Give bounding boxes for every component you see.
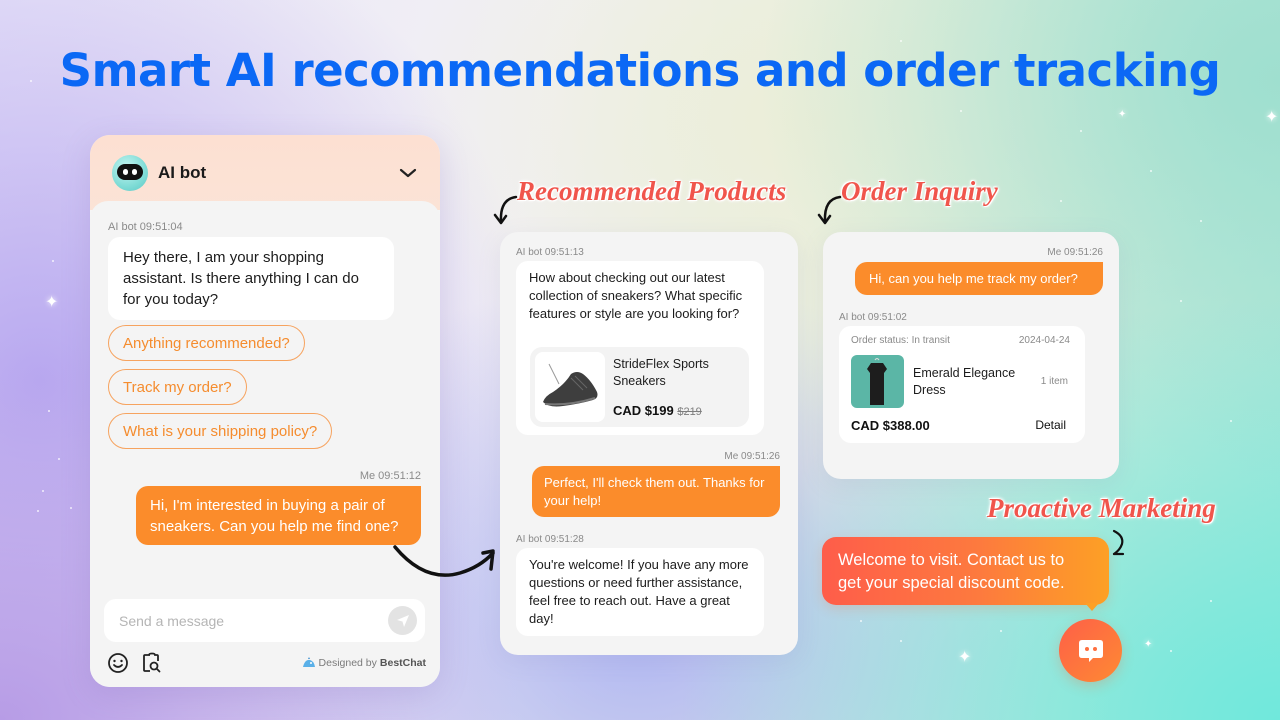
chat-launcher-icon: [1078, 639, 1103, 662]
chat-launcher-button[interactable]: [1059, 619, 1122, 682]
user-message: Hi, can you help me track my order?: [855, 262, 1103, 295]
message-input[interactable]: [119, 612, 388, 629]
order-status: Order status: In transit: [851, 335, 950, 346]
powered-by[interactable]: Designed by BestChat: [302, 657, 426, 669]
message-meta: AI bot 09:51:02: [839, 312, 907, 323]
message-meta: AI bot 09:51:13: [516, 247, 584, 258]
quick-reply-track-order[interactable]: Track my order?: [108, 369, 247, 405]
bot-message: How about checking out our latest collec…: [516, 261, 764, 435]
product-original-price: $219: [677, 406, 702, 418]
order-date: 2024-04-24: [1018, 335, 1070, 346]
label-order-inquiry: Order Inquiry: [841, 176, 998, 206]
product-price: CAD $199 $219: [613, 403, 702, 418]
order-detail-link[interactable]: Detail: [1035, 418, 1066, 432]
order-chat-panel: Me 09:51:26 Hi, can you help me track my…: [823, 232, 1119, 479]
curved-arrow-icon: [817, 195, 842, 225]
user-message: Hi, I'm interested in buying a pair of s…: [136, 486, 421, 545]
chat-message-list: AI bot 09:51:04 Hey there, I am your sho…: [90, 201, 440, 687]
order-total: CAD $388.00: [851, 418, 930, 433]
chevron-down-icon[interactable]: [398, 163, 418, 183]
chat-widget: AI bot AI bot 09:51:04 Hey there, I am y…: [90, 135, 440, 687]
order-quantity: 1 item: [1040, 376, 1068, 387]
proactive-line-2: get your special discount code.: [838, 574, 1065, 592]
quick-reply-recommended[interactable]: Anything recommended?: [108, 325, 305, 361]
product-info: StrideFlex Sports Sneakers CAD $199 $219: [613, 352, 744, 422]
bot-message-text: How about checking out our latest collec…: [529, 270, 743, 321]
message-meta: Me 09:51:26: [1047, 247, 1103, 258]
dress-image: [851, 355, 904, 408]
powered-prefix: Designed by: [318, 657, 377, 669]
message-meta: AI bot 09:51:04: [108, 221, 183, 233]
message-input-box: [104, 599, 425, 642]
page-headline: Smart AI recommendations and order track…: [59, 44, 1221, 97]
message-meta: AI bot 09:51:28: [516, 534, 584, 545]
label-recommended-products: Recommended Products: [517, 176, 787, 206]
quick-reply-shipping-policy[interactable]: What is your shipping policy?: [108, 413, 333, 449]
robot-avatar-icon: [112, 154, 148, 191]
image-search-icon[interactable]: [140, 651, 164, 675]
order-item-name: Emerald Elegance Dress: [913, 366, 1016, 397]
product-name: StrideFlex Sports Sneakers: [613, 357, 709, 388]
emoji-icon[interactable]: [106, 651, 130, 675]
proactive-line-1: Welcome to visit. Contact us to: [838, 551, 1065, 569]
message-meta: Me 09:51:26: [724, 451, 780, 462]
powered-brand: BestChat: [379, 657, 426, 669]
product-card[interactable]: StrideFlex Sports Sneakers CAD $199 $219: [530, 347, 749, 427]
proactive-message-bubble[interactable]: Welcome to visit. Contact us to get your…: [822, 537, 1109, 605]
message-meta: Me 09:51:12: [359, 470, 421, 482]
send-icon[interactable]: [388, 606, 417, 635]
sneaker-icon: [543, 363, 598, 407]
curved-arrow-icon: [1112, 529, 1125, 556]
widget-footer: Designed by BestChat: [106, 651, 426, 675]
connector-arrow-icon: [393, 545, 495, 577]
bot-name: AI bot: [158, 162, 207, 182]
bot-message: Hey there, I am your shopping assistant.…: [108, 237, 394, 320]
order-card[interactable]: Order status: In transit 2024-04-24 Emer…: [839, 326, 1085, 443]
dress-icon: [867, 358, 887, 405]
chat-widget-header: AI bot: [90, 135, 440, 210]
bot-message: You're welcome! If you have any more que…: [516, 548, 764, 636]
bestchat-logo-icon: [302, 657, 315, 667]
recommend-chat-panel: AI bot 09:51:13 How about checking out o…: [500, 232, 798, 655]
curved-arrow-icon: [493, 195, 518, 225]
user-message: Perfect, I'll check them out. Thanks for…: [532, 466, 780, 517]
proactive-bubble-tail: [1085, 603, 1099, 611]
label-proactive-marketing: Proactive Marketing: [987, 493, 1216, 523]
product-image: [535, 352, 605, 422]
